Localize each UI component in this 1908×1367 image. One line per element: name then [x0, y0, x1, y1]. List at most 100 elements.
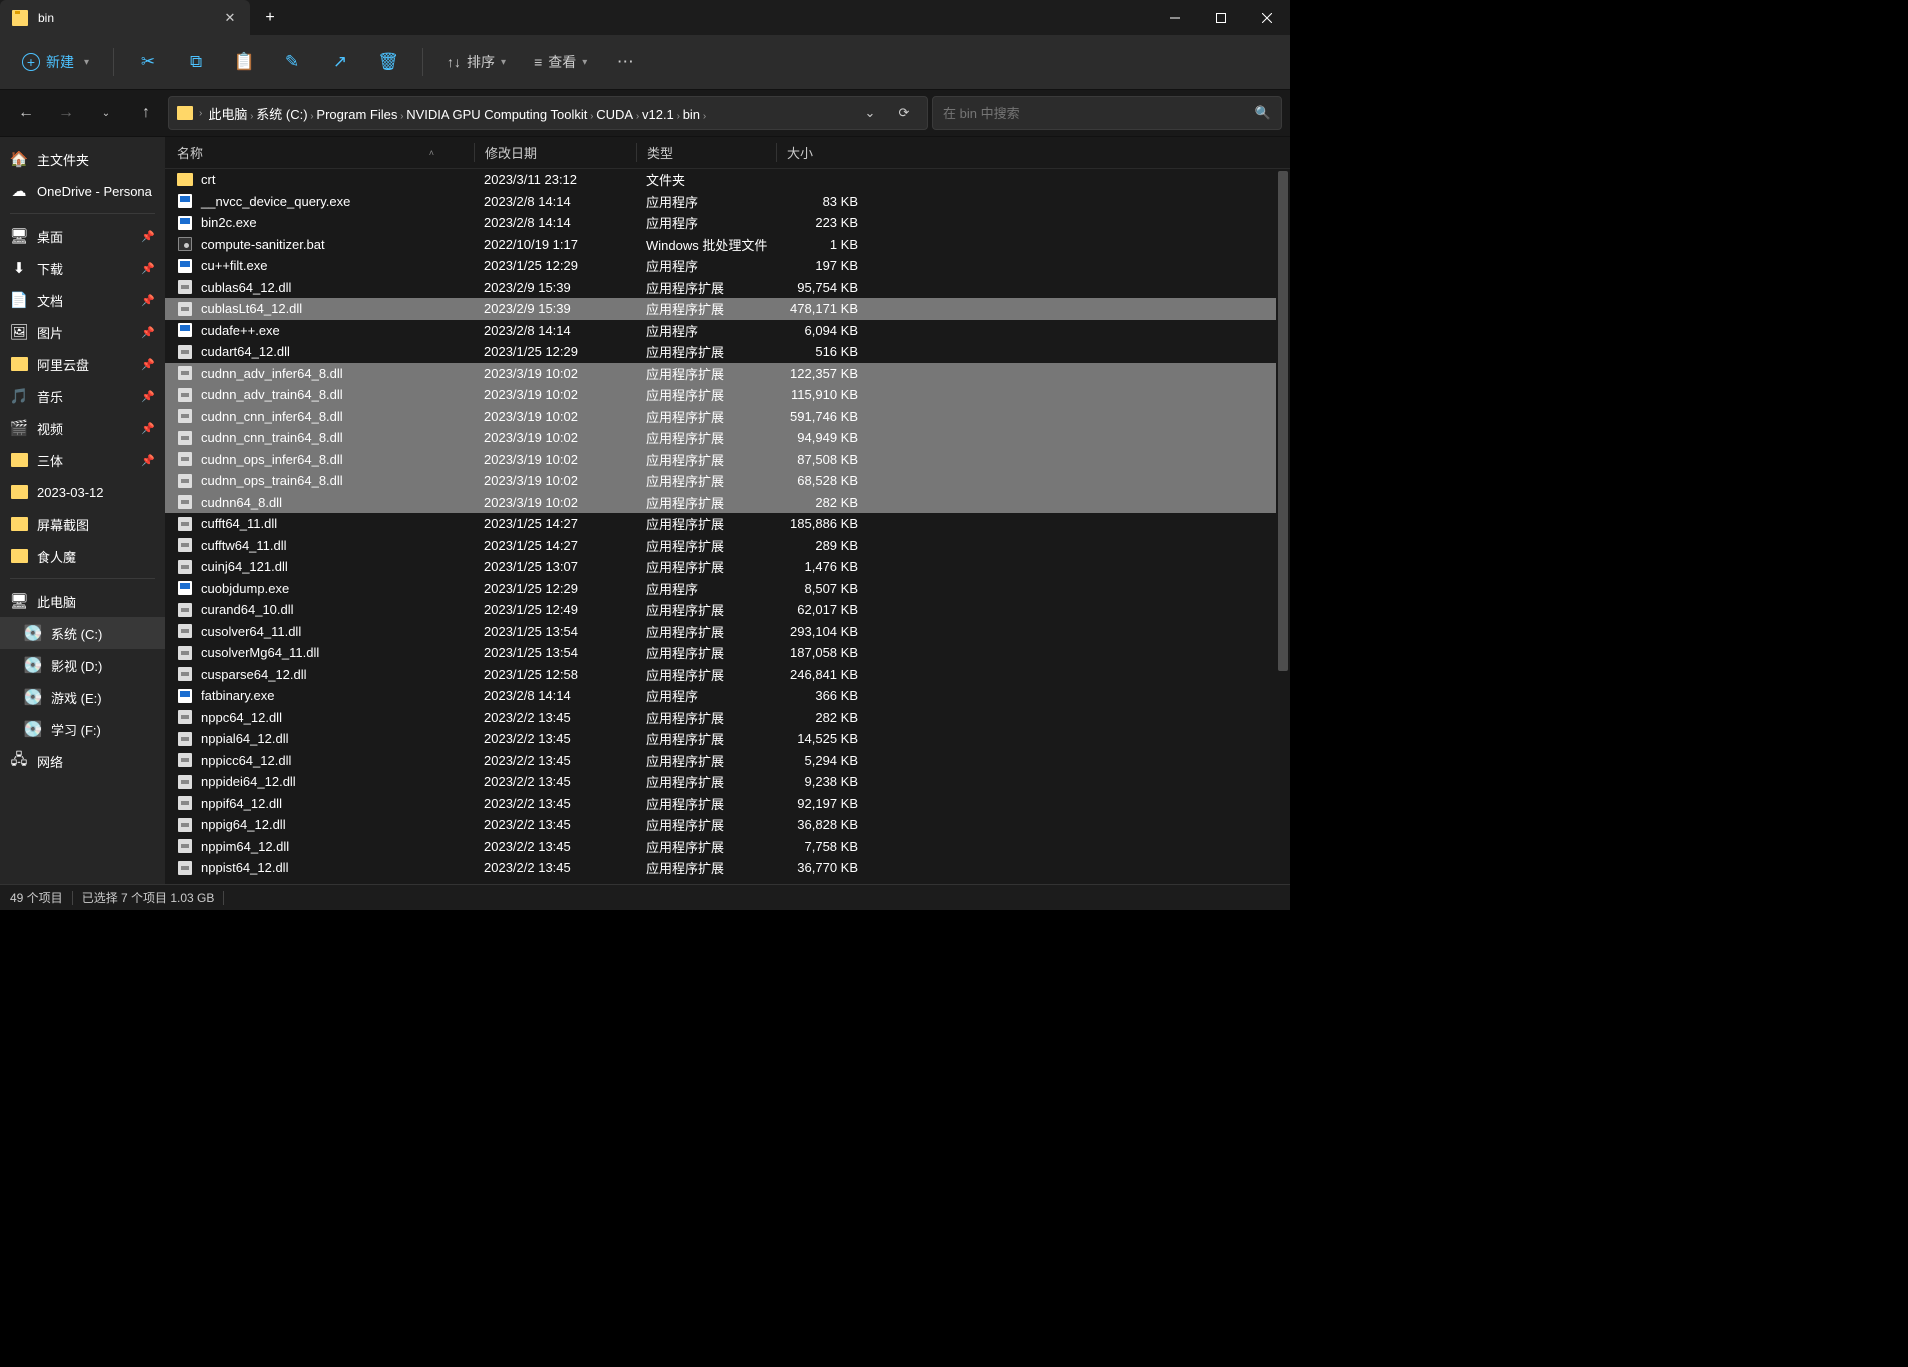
cut-button[interactable]: ✂	[128, 43, 168, 81]
delete-button[interactable]: 🗑	[368, 43, 408, 81]
file-row[interactable]: curand64_10.dll2023/1/25 12:49应用程序扩展62,0…	[165, 599, 1290, 621]
col-date[interactable]: 修改日期	[474, 143, 636, 162]
breadcrumb-item[interactable]: CUDA	[596, 107, 633, 122]
dll-icon	[177, 602, 193, 618]
search-icon[interactable]: 🔍	[1255, 105, 1271, 121]
sidebar-item[interactable]: 🎬视频📌	[0, 412, 165, 444]
file-row[interactable]: cuobjdump.exe2023/1/25 12:29应用程序8,507 KB	[165, 578, 1290, 600]
file-row[interactable]: cudnn_ops_infer64_8.dll2023/3/19 10:02应用…	[165, 449, 1290, 471]
file-size: 122,357 KB	[776, 366, 866, 381]
share-button[interactable]: ↗	[320, 43, 360, 81]
file-row[interactable]: cudnn_cnn_train64_8.dll2023/3/19 10:02应用…	[165, 427, 1290, 449]
file-row[interactable]: cusparse64_12.dll2023/1/25 12:58应用程序扩展24…	[165, 664, 1290, 686]
sidebar-item[interactable]: 三体📌	[0, 444, 165, 476]
sidebar-network[interactable]: 🖧 网络	[0, 745, 165, 777]
sort-button[interactable]: ↑↓ 排序 ▾	[437, 52, 516, 72]
more-button[interactable]: ⋯	[605, 43, 645, 81]
file-type: 应用程序扩展	[636, 278, 776, 297]
file-row[interactable]: cudart64_12.dll2023/1/25 12:29应用程序扩展516 …	[165, 341, 1290, 363]
up-button[interactable]: ↑	[128, 95, 164, 131]
file-row[interactable]: nppidei64_12.dll2023/2/2 13:45应用程序扩展9,23…	[165, 771, 1290, 793]
sidebar-item[interactable]: 2023-03-12	[0, 476, 165, 508]
col-name[interactable]: 名称˄	[177, 143, 474, 162]
file-row[interactable]: bin2c.exe2023/2/8 14:14应用程序223 KB	[165, 212, 1290, 234]
back-button[interactable]: ←	[8, 95, 44, 131]
refresh-button[interactable]: ⟳	[889, 105, 919, 121]
col-size[interactable]: 大小	[776, 143, 866, 162]
file-row[interactable]: compute-sanitizer.bat2022/10/19 1:17Wind…	[165, 234, 1290, 256]
file-row[interactable]: cublas64_12.dll2023/2/9 15:39应用程序扩展95,75…	[165, 277, 1290, 299]
file-row[interactable]: nppim64_12.dll2023/2/2 13:45应用程序扩展7,758 …	[165, 836, 1290, 858]
sidebar-item[interactable]: 食人魔	[0, 540, 165, 572]
address-bar[interactable]: › 此电脑 › 系统 (C:) › Program Files › NVIDIA…	[168, 96, 928, 130]
breadcrumb-item[interactable]: NVIDIA GPU Computing Toolkit	[406, 107, 587, 122]
file-row[interactable]: cudnn_ops_train64_8.dll2023/3/19 10:02应用…	[165, 470, 1290, 492]
sidebar-item[interactable]: 💽系统 (C:)	[0, 617, 165, 649]
file-name: bin2c.exe	[201, 215, 257, 230]
file-row[interactable]: nppif64_12.dll2023/2/2 13:45应用程序扩展92,197…	[165, 793, 1290, 815]
close-button[interactable]	[1244, 0, 1290, 35]
file-row[interactable]: crt2023/3/11 23:12文件夹	[165, 169, 1290, 191]
search-input[interactable]	[943, 106, 1255, 121]
file-row[interactable]: cudnn_adv_train64_8.dll2023/3/19 10:02应用…	[165, 384, 1290, 406]
sidebar-item[interactable]: 🖼图片📌	[0, 316, 165, 348]
new-button[interactable]: + 新建 ▾	[12, 46, 99, 78]
file-row[interactable]: cudnn_cnn_infer64_8.dll2023/3/19 10:02应用…	[165, 406, 1290, 428]
file-row[interactable]: cufft64_11.dll2023/1/25 14:27应用程序扩展185,8…	[165, 513, 1290, 535]
sidebar-item[interactable]: 🎵音乐📌	[0, 380, 165, 412]
file-row[interactable]: nppial64_12.dll2023/2/2 13:45应用程序扩展14,52…	[165, 728, 1290, 750]
view-button[interactable]: ≡ 查看 ▾	[524, 52, 597, 72]
file-type: 应用程序扩展	[636, 514, 776, 533]
file-row[interactable]: nppicc64_12.dll2023/2/2 13:45应用程序扩展5,294…	[165, 750, 1290, 772]
file-row[interactable]: cusolver64_11.dll2023/1/25 13:54应用程序扩展29…	[165, 621, 1290, 643]
sidebar-this-pc[interactable]: 🖥 此电脑	[0, 585, 165, 617]
col-type[interactable]: 类型	[636, 143, 776, 162]
file-row[interactable]: cu++filt.exe2023/1/25 12:29应用程序197 KB	[165, 255, 1290, 277]
breadcrumb-item[interactable]: Program Files	[316, 107, 397, 122]
titlebar[interactable]: bin ✕ +	[0, 0, 1290, 35]
sidebar-item[interactable]: ⬇下载📌	[0, 252, 165, 284]
file-row[interactable]: cusolverMg64_11.dll2023/1/25 13:54应用程序扩展…	[165, 642, 1290, 664]
new-tab-button[interactable]: +	[250, 0, 290, 35]
sidebar-item[interactable]: ☁OneDrive - Persona	[0, 175, 165, 207]
close-tab-icon[interactable]: ✕	[222, 10, 238, 26]
scroll-thumb[interactable]	[1278, 171, 1288, 671]
breadcrumb-item[interactable]: v12.1	[642, 107, 674, 122]
minimize-button[interactable]	[1152, 0, 1198, 35]
file-row[interactable]: nppist64_12.dll2023/2/2 13:45应用程序扩展36,77…	[165, 857, 1290, 879]
sidebar-item[interactable]: 🏠主文件夹	[0, 143, 165, 175]
copy-button[interactable]: ⧉	[176, 43, 216, 81]
sidebar-item[interactable]: 阿里云盘📌	[0, 348, 165, 380]
file-row[interactable]: cudafe++.exe2023/2/8 14:14应用程序6,094 KB	[165, 320, 1290, 342]
file-row[interactable]: cudnn64_8.dll2023/3/19 10:02应用程序扩展282 KB	[165, 492, 1290, 514]
rename-button[interactable]: ✎	[272, 43, 312, 81]
maximize-button[interactable]	[1198, 0, 1244, 35]
file-row[interactable]: cudnn_adv_infer64_8.dll2023/3/19 10:02应用…	[165, 363, 1290, 385]
breadcrumb-item[interactable]: bin	[683, 107, 700, 122]
sidebar-item[interactable]: 💽影视 (D:)	[0, 649, 165, 681]
file-row[interactable]: cublasLt64_12.dll2023/2/9 15:39应用程序扩展478…	[165, 298, 1290, 320]
forward-button[interactable]: →	[48, 95, 84, 131]
breadcrumb-item[interactable]: 此电脑	[208, 107, 247, 122]
scrollbar[interactable]	[1276, 169, 1290, 884]
address-dropdown-icon[interactable]: ⌄	[855, 105, 885, 121]
file-row[interactable]: fatbinary.exe2023/2/8 14:14应用程序366 KB	[165, 685, 1290, 707]
file-date: 2023/2/9 15:39	[474, 301, 636, 316]
file-row[interactable]: nppc64_12.dll2023/2/2 13:45应用程序扩展282 KB	[165, 707, 1290, 729]
paste-button[interactable]: 📋	[224, 43, 264, 81]
file-row[interactable]: cuinj64_121.dll2023/1/25 13:07应用程序扩展1,47…	[165, 556, 1290, 578]
file-row[interactable]: nppig64_12.dll2023/2/2 13:45应用程序扩展36,828…	[165, 814, 1290, 836]
file-list[interactable]: crt2023/3/11 23:12文件夹__nvcc_device_query…	[165, 169, 1290, 884]
sidebar-item[interactable]: 💽学习 (F:)	[0, 713, 165, 745]
breadcrumb-item[interactable]: 系统 (C:)	[256, 107, 307, 122]
search-box[interactable]: 🔍	[932, 96, 1282, 130]
recent-button[interactable]: ⌄	[88, 95, 124, 131]
sidebar-item[interactable]: 💽游戏 (E:)	[0, 681, 165, 713]
sidebar-item[interactable]: 🖥桌面📌	[0, 220, 165, 252]
tab-active[interactable]: bin ✕	[0, 0, 250, 35]
file-row[interactable]: cufftw64_11.dll2023/1/25 14:27应用程序扩展289 …	[165, 535, 1290, 557]
file-row[interactable]: __nvcc_device_query.exe2023/2/8 14:14应用程…	[165, 191, 1290, 213]
column-headers[interactable]: 名称˄ 修改日期 类型 大小	[165, 137, 1290, 169]
sidebar-item[interactable]: 屏幕截图	[0, 508, 165, 540]
sidebar-item[interactable]: 📄文档📌	[0, 284, 165, 316]
